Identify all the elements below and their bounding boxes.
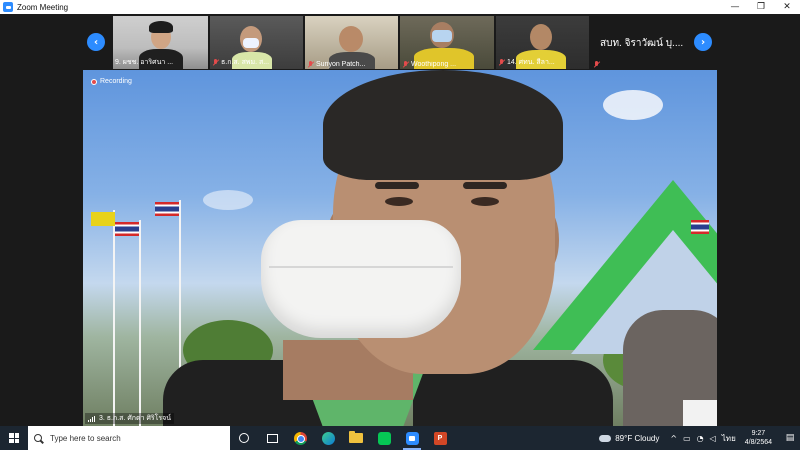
line-icon xyxy=(377,431,391,445)
yellow-flag xyxy=(91,212,115,226)
participant-tile[interactable]: 9. ผชช. อาริศนา ... xyxy=(113,16,208,69)
start-button[interactable] xyxy=(0,426,28,450)
file-explorer-taskbar-button[interactable] xyxy=(342,426,370,450)
participant-name: สบท. จิราวัฒน์ บุ.... xyxy=(600,38,684,49)
chrome-taskbar-button[interactable] xyxy=(286,426,314,450)
participant-name: ธ.ก.ส. สพม. ส... xyxy=(212,57,269,68)
thai-flag xyxy=(691,220,709,234)
muted-mic-icon xyxy=(212,59,219,66)
windows-logo-icon xyxy=(9,433,19,443)
zoom-icon xyxy=(405,431,419,445)
participant-status xyxy=(593,61,602,68)
weather-widget[interactable]: 89°F Cloudy xyxy=(599,434,659,443)
edge-taskbar-button[interactable] xyxy=(314,426,342,450)
speaker-hair xyxy=(323,70,563,180)
speaker-eyebrow xyxy=(463,182,507,189)
zoom-taskbar-button[interactable] xyxy=(398,426,426,450)
powerpoint-taskbar-button[interactable]: P xyxy=(426,426,454,450)
thai-flag xyxy=(115,222,139,236)
window-title: Zoom Meeting xyxy=(17,2,69,12)
close-button[interactable]: ✕ xyxy=(774,0,800,14)
thai-flag xyxy=(155,202,179,216)
search-icon xyxy=(34,434,42,442)
maximize-button[interactable]: ❐ xyxy=(748,0,774,14)
cortana-button[interactable] xyxy=(230,426,258,450)
powerpoint-icon: P xyxy=(433,431,447,445)
battery-icon[interactable]: ▭ xyxy=(683,434,691,443)
participant-tile[interactable]: ธ.ก.ส. สพม. ส... xyxy=(210,16,303,69)
participant-tile[interactable]: สบท. จิราวัฒน์ บุ.... xyxy=(591,16,689,69)
notification-center-button[interactable]: ▤ xyxy=(780,433,800,443)
task-view-button[interactable] xyxy=(258,426,286,450)
sky-cloud xyxy=(203,190,253,210)
clock-time: 9:27 xyxy=(751,430,766,437)
speaker-eye xyxy=(385,197,413,206)
participant-hair xyxy=(149,21,173,33)
cloud-icon xyxy=(599,434,612,442)
volume-icon[interactable]: ◁ xyxy=(710,434,716,443)
participant-tile[interactable]: Suriyon Patch... xyxy=(305,16,398,69)
participant-tile[interactable]: 14. ศทน. สีลา... xyxy=(496,16,589,69)
mask-seam xyxy=(269,266,453,268)
system-clock[interactable]: 9:27 4/8/2564 xyxy=(745,429,772,447)
signal-strength-icon xyxy=(88,415,96,422)
window-controls: — ❐ ✕ xyxy=(722,0,800,14)
edge-icon xyxy=(321,431,335,445)
title-bar: Zoom Meeting — ❐ ✕ xyxy=(0,0,800,14)
recording-dot-icon xyxy=(91,78,97,85)
participant-video xyxy=(339,26,363,52)
next-page-button[interactable]: › xyxy=(694,33,712,51)
participant-name: 9. ผชช. อาริศนา ... xyxy=(115,59,174,66)
task-view-icon xyxy=(266,433,278,443)
speaker-face-mask xyxy=(261,220,461,338)
participant-strip: ‹ 9. ผชช. อาริศนา ... ธ.ก.ส. สพม. ส... S… xyxy=(0,14,800,70)
background-sign xyxy=(683,400,717,426)
face-mask xyxy=(243,38,259,48)
active-speaker-video[interactable]: Recording 3. ธ.ก.ส. ศักดา ศิริโรจน์ xyxy=(83,70,717,426)
participant-name: Suriyon Patch... xyxy=(307,61,365,68)
speaker-name: 3. ธ.ก.ส. ศักดา ศิริโรจน์ xyxy=(99,415,172,422)
input-language[interactable]: ไทย xyxy=(722,432,736,445)
weather-temp: 89°F xyxy=(615,433,633,443)
face-mask xyxy=(432,30,452,42)
muted-mic-icon xyxy=(593,61,600,68)
speaker-name-label: 3. ธ.ก.ส. ศักดา ศิริโรจน์ xyxy=(85,413,175,424)
taskbar-search[interactable] xyxy=(28,426,230,450)
weather-desc: Cloudy xyxy=(634,433,660,443)
line-taskbar-button[interactable] xyxy=(370,426,398,450)
muted-mic-icon xyxy=(402,61,409,68)
meeting-stage: ‹ 9. ผชช. อาริศนา ... ธ.ก.ส. สพม. ส... S… xyxy=(0,14,800,426)
previous-page-button[interactable]: ‹ xyxy=(87,33,105,51)
chrome-icon xyxy=(293,431,307,445)
sky-cloud xyxy=(603,90,663,120)
speaker-eyebrow xyxy=(375,182,419,189)
recording-indicator: Recording xyxy=(91,78,132,85)
minimize-button[interactable]: — xyxy=(722,0,748,14)
flag-pole xyxy=(139,220,141,426)
notification-icon: ▤ xyxy=(785,433,795,443)
participant-name: 14. ศทน. สีลา... xyxy=(498,57,555,68)
file-explorer-icon xyxy=(349,431,363,443)
clock-date: 4/8/2564 xyxy=(744,439,772,446)
system-tray: 89°F Cloudy ^ ▭ ◔ ◁ ไทย 9:27 4/8/2564 ▤ xyxy=(599,426,800,450)
network-icon[interactable]: ◔ xyxy=(697,434,704,443)
cortana-icon xyxy=(239,433,249,443)
muted-mic-icon xyxy=(307,61,314,68)
participant-video xyxy=(530,24,552,50)
zoom-app-icon xyxy=(3,2,13,12)
speaker-eye xyxy=(471,197,499,206)
search-input[interactable] xyxy=(50,433,220,443)
windows-taskbar: P 89°F Cloudy ^ ▭ ◔ ◁ ไทย 9:27 4/8/2564 … xyxy=(0,426,800,450)
flag-pole xyxy=(113,210,115,426)
muted-mic-icon xyxy=(498,59,505,66)
participant-tile[interactable]: Woothipong ... xyxy=(400,16,494,69)
chevron-up-icon[interactable]: ^ xyxy=(670,434,677,443)
recording-label: Recording xyxy=(100,78,132,85)
participant-name: Woothipong ... xyxy=(402,61,456,68)
